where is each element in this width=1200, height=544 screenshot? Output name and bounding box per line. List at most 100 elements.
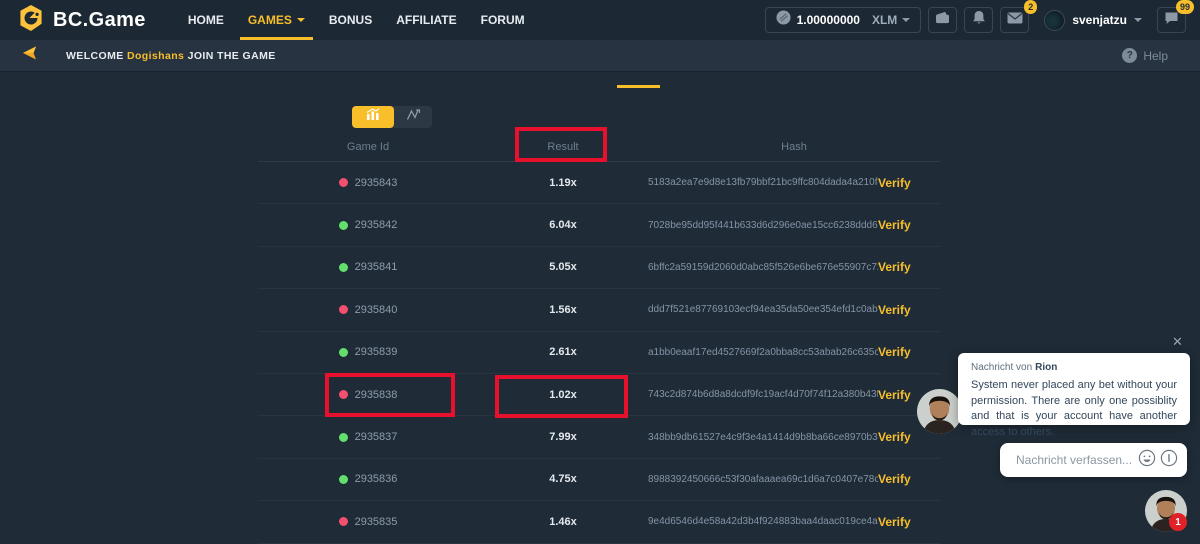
chat-message-text: System never placed any bet without your… (971, 378, 1177, 440)
game-id-value: 2935841 (355, 261, 398, 273)
table-row: 2935840 1.56x ddd7f521e87769103ecf94ea35… (258, 289, 940, 331)
balance-selector[interactable]: 1.00000000 XLM (765, 7, 922, 33)
table-row: 2935837 7.99x 348bb9db61527e4c9f3e4a1414… (258, 416, 940, 458)
outcome-dot-icon (339, 348, 348, 357)
game-id-value: 2935842 (355, 219, 398, 231)
help-button[interactable]: ? Help (1122, 48, 1168, 63)
view-toggle (352, 106, 432, 128)
result-value: 4.75x (478, 473, 648, 485)
outcome-dot-icon (339, 433, 348, 442)
game-id-value: 2935836 (355, 473, 398, 485)
game-id-cell: 2935835 (258, 516, 478, 528)
mail-badge: 2 (1024, 0, 1037, 14)
result-value: 6.04x (478, 219, 648, 231)
user-menu[interactable]: svenjatzu (1044, 10, 1142, 31)
verify-link[interactable]: Verify (878, 218, 940, 232)
outcome-dot-icon (339, 178, 348, 187)
trend-view-button[interactable] (394, 106, 432, 128)
hash-value: 8988392450666c53f30afaaaea69c1d6a7c0407e… (648, 474, 878, 485)
megaphone-icon (22, 45, 40, 66)
coin-icon (776, 10, 791, 30)
game-id-value: 2935843 (355, 177, 398, 189)
welcome-banner: WELCOME Dogishans JOIN THE GAME ? Help (0, 40, 1200, 72)
chat-sender-avatar (917, 389, 962, 434)
help-label: Help (1143, 49, 1168, 63)
game-id-cell: 2935841 (258, 261, 478, 273)
game-id-value: 2935837 (355, 431, 398, 443)
chat-message-header: Nachricht vonRion (971, 362, 1177, 373)
hash-value: 7028be95dd95f441b633d6d296e0ae15cc6238dd… (648, 220, 878, 231)
notifications-button[interactable] (964, 7, 993, 33)
hash-value: 743c2d874b6d8a8dcdf9fc19acf4d70f74f12a38… (648, 389, 878, 400)
result-value: 1.19x (478, 177, 648, 189)
table-row: 2935843 1.19x 5183a2ea7e9d8e13fb79bbf21b… (258, 162, 940, 204)
verify-link[interactable]: Verify (878, 260, 940, 274)
currency-label: XLM (872, 13, 897, 27)
game-id-cell: 2935839 (258, 346, 478, 358)
wallet-icon (935, 11, 950, 29)
bell-icon (972, 10, 986, 30)
nav-forum[interactable]: FORUM (469, 0, 537, 40)
hash-value: 9e4d6546d4e58a42d3b4f924883baa4daac019ce… (648, 516, 878, 527)
chat-message-input[interactable] (1014, 452, 1138, 468)
header-actions: 1.00000000 XLM (765, 7, 1200, 33)
table-row: 2935839 2.61x a1bb0eaaf17ed4527669f2a0bb… (258, 332, 940, 374)
chat-input-container (1000, 443, 1187, 477)
trend-line-icon (406, 108, 421, 126)
hash-value: ddd7f521e87769103ecf94ea35da50ee354efd1c… (648, 304, 878, 315)
verify-link[interactable]: Verify (878, 515, 940, 529)
game-id-cell: 2935843 (258, 177, 478, 189)
game-id-value: 2935840 (355, 304, 398, 316)
verify-link[interactable]: Verify (878, 472, 940, 486)
welcome-banner-content: WELCOME Dogishans JOIN THE GAME (0, 45, 276, 66)
user-avatar (1044, 10, 1065, 31)
header-game-id: Game Id (258, 141, 478, 153)
annotation-box-result-1-02x (495, 375, 628, 418)
verify-link[interactable]: Verify (878, 176, 940, 190)
table-row: 2935842 6.04x 7028be95dd95f441b633d6d296… (258, 204, 940, 246)
game-id-cell: 2935836 (258, 473, 478, 485)
close-icon[interactable]: ✕ (1172, 335, 1183, 348)
chat-message-popup: Nachricht vonRion System never placed an… (958, 353, 1190, 425)
emoji-icon[interactable] (1138, 449, 1156, 472)
wallet-button[interactable] (928, 7, 957, 33)
result-value: 2.61x (478, 346, 648, 358)
nav-affiliate[interactable]: AFFILIATE (384, 0, 468, 40)
chat-bubble-icon (1164, 11, 1179, 30)
table-row: 2935841 5.05x 6bffc2a59159d2060d0abc85f5… (258, 247, 940, 289)
chat-button[interactable]: 99 (1157, 7, 1186, 33)
game-id-cell: 2935837 (258, 431, 478, 443)
outcome-dot-icon (339, 517, 348, 526)
unread-count-badge: 1 (1169, 513, 1187, 531)
username-label: svenjatzu (1072, 13, 1127, 27)
hash-value: 6bffc2a59159d2060d0abc85f526e6be676e5590… (648, 262, 878, 273)
hash-value: 5183a2ea7e9d8e13fb79bbf21bc9ffc804dada4a… (648, 177, 878, 188)
messages-button[interactable]: 2 (1000, 7, 1029, 33)
bar-chart-icon (365, 108, 381, 126)
outcome-dot-icon (339, 305, 348, 314)
game-id-value: 2935835 (355, 516, 398, 528)
brand-logo-text: BC.Game (53, 9, 146, 32)
nav-home[interactable]: HOME (176, 0, 236, 40)
table-row: 2935836 4.75x 8988392450666c53f30afaaaea… (258, 459, 940, 501)
annotation-box-game-id-2935838 (325, 373, 455, 417)
outcome-dot-icon (339, 263, 348, 272)
brand-logo[interactable]: BC.Game (0, 4, 146, 37)
envelope-icon (1007, 11, 1023, 29)
outcome-dot-icon (339, 221, 348, 230)
bar-chart-view-button[interactable] (352, 106, 394, 128)
verify-link[interactable]: Verify (878, 303, 940, 317)
annotation-box-result-header (515, 127, 607, 162)
chevron-down-icon (902, 18, 910, 22)
nav-bonus[interactable]: BONUS (317, 0, 384, 40)
nav-games[interactable]: GAMES (236, 0, 317, 40)
info-icon[interactable] (1160, 449, 1178, 472)
welcome-message: WELCOME Dogishans JOIN THE GAME (66, 50, 276, 62)
game-history-table: Game Id Result Hash 2935843 1.19x 5183a2… (258, 133, 940, 544)
header-hash: Hash (648, 141, 940, 153)
game-id-cell: 2935840 (258, 304, 478, 316)
result-value: 5.05x (478, 261, 648, 273)
result-value: 7.99x (478, 431, 648, 443)
hash-value: a1bb0eaaf17ed4527669f2a0bba8cc53abab26c6… (648, 347, 878, 358)
verify-link[interactable]: Verify (878, 345, 940, 359)
